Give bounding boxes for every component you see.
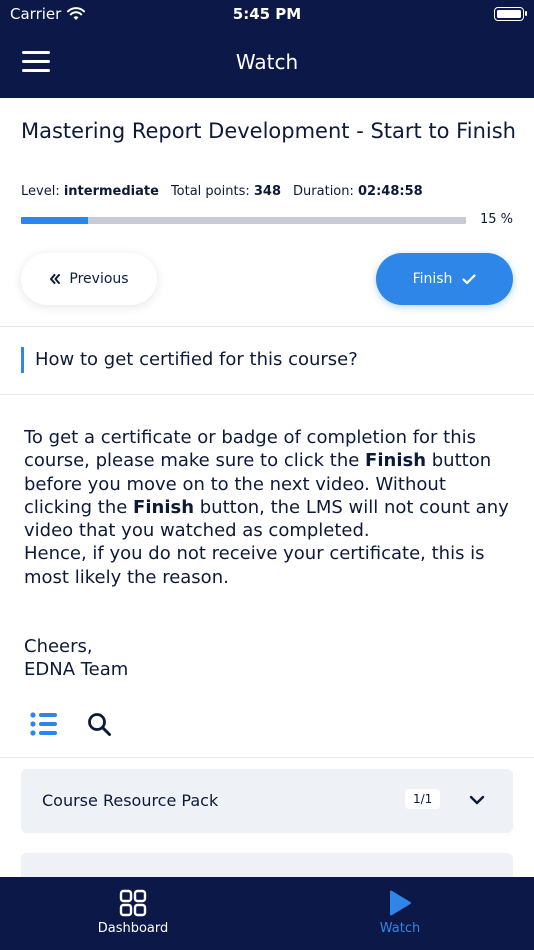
list-view-button[interactable] (30, 712, 58, 740)
resource-count-badge: 1/1 (405, 789, 441, 809)
course-duration: Duration: 02:48:58 (293, 184, 423, 199)
divider (0, 757, 534, 758)
list-icon (30, 712, 57, 736)
resource-accordion[interactable]: Course Resource Pack 1/1 (21, 769, 513, 833)
course-progress-fill (21, 217, 88, 224)
course-progress-label: 15 % (479, 212, 513, 227)
course-level: Level: intermediate (21, 184, 159, 199)
status-bar: Carrier 5:45 PM (0, 0, 534, 28)
course-progress-bar (21, 217, 466, 224)
tab-dashboard[interactable]: Dashboard (63, 889, 203, 936)
lesson-heading: How to get certified for this course? (21, 347, 358, 373)
finish-button[interactable]: Finish (376, 253, 513, 305)
battery-icon (494, 7, 527, 21)
previous-button-label: Previous (69, 271, 129, 287)
course-title: Mastering Report Development - Start to … (21, 119, 516, 143)
resource-title: Course Resource Pack (42, 791, 219, 810)
finish-button-label: Finish (412, 271, 453, 287)
tab-dashboard-label: Dashboard (97, 921, 169, 936)
double-chevron-left-icon (50, 274, 61, 284)
tab-bar: Dashboard Watch (0, 877, 534, 950)
page-title: Watch (235, 50, 299, 74)
play-icon (390, 890, 411, 916)
checkmark-icon (462, 273, 477, 284)
course-points: Total points: 348 (170, 184, 282, 199)
lesson-description: To get a certificate or badge of complet… (24, 426, 516, 694)
status-time: 5:45 PM (232, 5, 302, 23)
divider (0, 326, 534, 327)
description-paragraph-2: Hence, if you do not receive your certif… (24, 543, 485, 588)
signoff-team: EDNA Team (24, 659, 129, 681)
course-meta: Level: intermediate Total points: 348 Du… (21, 184, 423, 199)
grid-icon (119, 889, 147, 917)
chevron-down-icon[interactable] (468, 791, 486, 809)
divider (0, 394, 534, 395)
tab-watch[interactable]: Watch (330, 889, 470, 936)
search-icon (88, 713, 111, 736)
previous-button[interactable]: Previous (21, 253, 157, 305)
description-paragraph: To get a certificate or badge of complet… (24, 427, 509, 542)
nav-bar: Watch (0, 28, 534, 98)
signoff-line: Cheers, (24, 636, 93, 658)
tab-watch-label: Watch (379, 921, 421, 936)
search-button[interactable] (87, 712, 112, 741)
